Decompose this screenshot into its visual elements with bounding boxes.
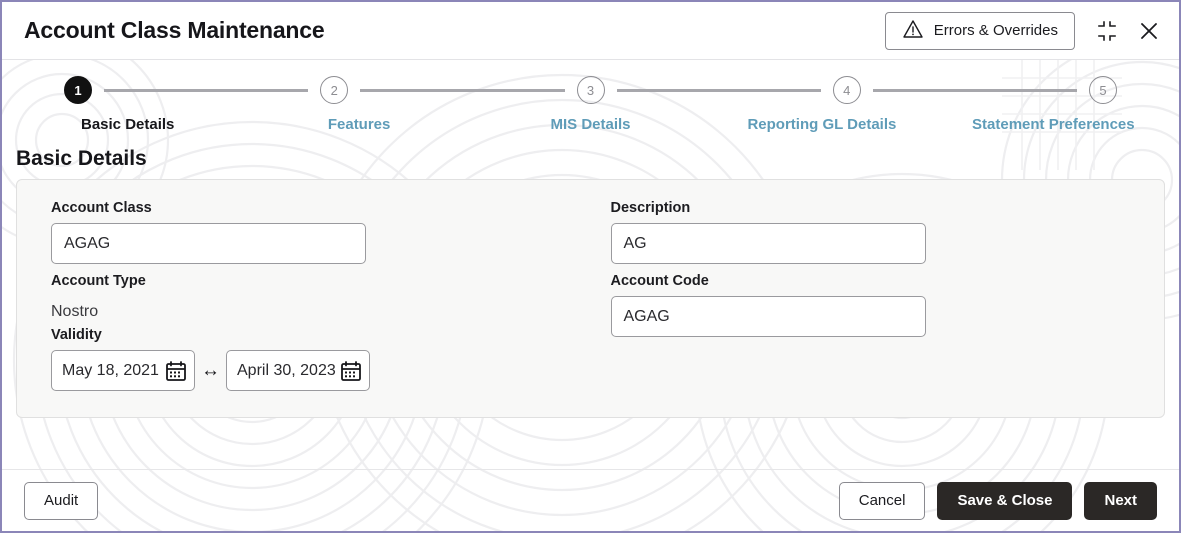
step-number-5: 5 — [1099, 82, 1107, 98]
calendar-icon[interactable] — [165, 359, 187, 382]
description-label: Description — [610, 200, 691, 216]
collapse-icon[interactable] — [1095, 19, 1119, 43]
step-circle-1[interactable]: 1 — [64, 76, 92, 104]
save-and-close-button[interactable]: Save & Close — [937, 481, 1073, 520]
cancel-button[interactable]: Cancel — [838, 481, 926, 520]
window-footer: Audit Cancel Save & Close Next — [2, 469, 1179, 531]
validity-start-date-input[interactable]: May 18, 2021 — [51, 350, 195, 391]
footer-action-group: Cancel Save & Close Next — [838, 481, 1157, 520]
step-number-2: 2 — [330, 82, 338, 98]
validity-date-range: May 18, 2021 ↔ April 30, 2023 — [51, 350, 591, 391]
step-connector-3 — [616, 88, 821, 92]
window-body: 1 2 3 4 5 Basic Details Features MIS Det… — [2, 60, 1179, 531]
account-code-label: Account Code — [610, 273, 709, 289]
form-column-right: Description AG Account Code AGAG — [591, 200, 1131, 391]
basic-details-form-card: Account Class AGAG Account Type Nostro V… — [16, 179, 1165, 418]
step-number-3: 3 — [586, 82, 595, 98]
step-connector-1 — [104, 88, 309, 92]
header-icon-group — [1095, 19, 1161, 43]
step-label-statement-preferences[interactable]: Statement Preferences — [938, 116, 1169, 133]
close-icon[interactable] — [1137, 19, 1161, 43]
account-type-label: Account Type — [51, 273, 146, 289]
step-number-4: 4 — [843, 82, 851, 98]
account-code-input[interactable]: AGAG — [610, 296, 926, 337]
step-label-features[interactable]: Features — [243, 116, 474, 133]
next-button[interactable]: Next — [1084, 481, 1157, 520]
stepper-circles-row: 1 2 3 4 5 — [2, 76, 1179, 104]
step-label-mis-details[interactable]: MIS Details — [475, 116, 706, 133]
page-title: Account Class Maintenance — [24, 17, 325, 43]
validity-start-date-text: May 18, 2021 — [62, 361, 159, 379]
step-label-basic-details[interactable]: Basic Details — [12, 116, 243, 133]
account-class-input[interactable]: AGAG — [51, 223, 366, 264]
validity-end-date-text: April 30, 2023 — [237, 361, 336, 379]
step-circle-4[interactable]: 4 — [832, 76, 861, 104]
stepper-labels-row: Basic Details Features MIS Details Repor… — [2, 116, 1179, 133]
warning-triangle-icon — [902, 19, 924, 43]
step-circle-3[interactable]: 3 — [576, 76, 605, 104]
step-number-1: 1 — [74, 82, 82, 98]
audit-button[interactable]: Audit — [24, 481, 99, 520]
date-range-separator-icon: ↔ — [201, 359, 220, 381]
step-circle-2[interactable]: 2 — [320, 76, 349, 104]
validity-label: Validity — [51, 327, 102, 343]
section-title: Basic Details — [16, 147, 147, 170]
form-column-left: Account Class AGAG Account Type Nostro V… — [51, 200, 591, 391]
account-type-value: Nostro — [51, 302, 99, 320]
calendar-icon[interactable] — [340, 359, 362, 382]
step-connector-2 — [360, 88, 565, 92]
step-circle-5[interactable]: 5 — [1089, 76, 1117, 104]
account-class-label: Account Class — [51, 200, 152, 216]
errors-and-overrides-label: Errors & Overrides — [933, 22, 1058, 39]
description-input[interactable]: AG — [610, 223, 926, 264]
wizard-stepper: 1 2 3 4 5 Basic Details Features MIS Det… — [2, 60, 1179, 133]
step-label-reporting-gl-details[interactable]: Reporting GL Details — [706, 116, 937, 133]
validity-end-date-input[interactable]: April 30, 2023 — [226, 350, 370, 391]
step-connector-4 — [872, 88, 1077, 92]
errors-and-overrides-button[interactable]: Errors & Overrides — [884, 11, 1075, 50]
account-class-maintenance-window: Account Class Maintenance Errors & Overr… — [0, 0, 1181, 533]
window-header: Account Class Maintenance Errors & Overr… — [2, 2, 1179, 60]
